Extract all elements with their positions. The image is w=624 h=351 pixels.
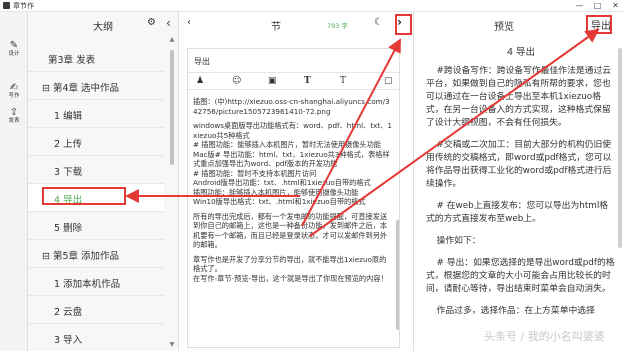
preview-paragraph: # 导出：如果您选择的是导出word或pdf的格式，根据您的文章的大小可能会占用…	[426, 258, 615, 294]
outline-item[interactable]: 2 云盘	[28, 296, 164, 324]
preview-paragraph: 操作如下：	[436, 236, 481, 246]
app-logo-icon	[3, 2, 10, 9]
outline-item[interactable]: 3 下载	[28, 156, 164, 184]
outline-item-label: 3 导入	[54, 335, 83, 346]
highlight-box	[395, 14, 412, 35]
activity-design-label: 设计	[8, 51, 20, 57]
editor-header: ‹ 节 793 字 ☾ ›	[179, 12, 413, 36]
preview-paragraph: #交稿或二次加工：目前大部分的机构仍旧使用传统的交稿格式，即word或pdf格式…	[426, 140, 612, 189]
outline-item-label: ⊟ 第5章 添加作品	[42, 251, 120, 262]
activity-publish-label: 发表	[8, 118, 20, 124]
highlight-box	[586, 15, 612, 34]
outline-panel: 大纲 ⚙ ‹ 第3章 发表 ⊟ 第4章 选中作品 1 编辑 2 上传 3 下载 …	[28, 12, 179, 351]
outline-item-label: 1 添加本机作品	[54, 279, 121, 290]
document-scrollbar[interactable]	[396, 94, 399, 344]
outline-item-label: 2 云盘	[54, 307, 83, 318]
emoji-icon[interactable]: ☺	[232, 76, 241, 86]
document-editor[interactable]: 导出 ♟ ☺ ▣ T T ▢ 插图：(中)http://xiezuo.oss-c…	[187, 48, 400, 348]
outline-item-label: 第3章 发表	[48, 55, 96, 66]
editor-panel: ‹ 节 793 字 ☾ › 导出 ♟ ☺ ▣ T T ▢ 插图：(中)http:…	[179, 12, 414, 351]
preview-content: 4 导出 #跨设备写作：跨设备写作最佳作法是通过云平台，如果做到自己的隐私有所帮…	[426, 46, 616, 327]
font-icon[interactable]: T	[304, 76, 311, 86]
preview-paragraph: 作品过多，选择作品：在上方菜单中选择	[436, 306, 595, 316]
activity-write-label: 写作	[8, 93, 20, 99]
outline-item[interactable]: 1 编辑	[28, 100, 164, 128]
preview-paragraph: # 在web上直接发布：您可以导出为html格式的方式直接发布至web上。	[426, 201, 609, 224]
gear-icon[interactable]: ⚙	[147, 17, 156, 28]
minimize-button[interactable]: —	[572, 0, 587, 12]
watermark: 头条号 / 我的小名叫婆婆	[484, 330, 605, 343]
doc-paragraph: windows桌面版导出功能格式有：word、pdf、html、txt、1xie…	[193, 121, 392, 206]
outline-item-label: 3 下载	[54, 167, 83, 178]
preview-panel: 预览 导出 4 导出 #跨设备写作：跨设备写作最佳作法是通过云平台，如果做到自己…	[414, 12, 624, 351]
publish-icon: ⇪	[9, 107, 19, 118]
outline-item[interactable]: 3 导入	[28, 324, 164, 351]
outline-scrollbar[interactable]: ▲ ▼	[168, 36, 176, 351]
image-icon[interactable]: ▣	[268, 76, 277, 86]
pen-icon: ✎	[9, 40, 19, 51]
doc-paragraph: 插图：(中)http://xiezuo.oss-cn-shanghai.aliy…	[193, 97, 390, 116]
scroll-thumb[interactable]	[396, 220, 399, 330]
scroll-up-icon[interactable]: ▲	[168, 36, 176, 44]
more-icon[interactable]: ▢	[384, 76, 393, 86]
highlight-box	[42, 187, 126, 205]
scroll-thumb[interactable]	[618, 48, 622, 248]
outline-item-label: 2 上传	[54, 139, 83, 150]
window-title: 章节作	[13, 2, 34, 10]
doc-paragraph: 章写作也是开发了分享分节的导出，就不能导出1xiezuo原的格式了。 在写作-章…	[193, 254, 388, 283]
person-icon[interactable]: ♟	[196, 76, 204, 86]
outline-item[interactable]: ⊟ 第5章 添加作品	[28, 240, 164, 268]
scroll-down-icon[interactable]: ▼	[168, 341, 176, 349]
outline-header: 大纲 ⚙ ‹	[28, 12, 178, 36]
preview-scrollbar[interactable]	[618, 38, 622, 348]
outline-item-label: ⊟ 第4章 选中作品	[42, 83, 120, 94]
back-icon[interactable]: ‹	[187, 17, 191, 28]
scroll-thumb[interactable]	[170, 50, 174, 165]
activity-publish[interactable]: ⇪ 发表	[0, 107, 28, 125]
activity-design[interactable]: ✎ 设计	[0, 40, 28, 58]
preview-title: 预览	[494, 22, 514, 33]
activity-write[interactable]: ✍ 写作	[0, 82, 28, 100]
preview-heading: 4 导出	[506, 47, 536, 58]
outline-item-label: 1 编辑	[54, 111, 83, 122]
outline-item[interactable]: 1 添加本机作品	[28, 268, 164, 296]
text-style-icon[interactable]: T	[340, 76, 346, 86]
chevron-left-icon[interactable]: ‹	[166, 16, 171, 30]
maximize-button[interactable]: □	[590, 0, 605, 12]
format-toolbar: ♟ ☺ ▣ T T ▢	[188, 72, 399, 90]
write-icon: ✍	[9, 82, 19, 93]
close-button[interactable]: ✕	[608, 0, 623, 12]
night-mode-icon[interactable]: ☾	[374, 17, 383, 28]
word-count: 793 字	[327, 22, 348, 30]
outline-item[interactable]: 2 上传	[28, 128, 164, 156]
document-body[interactable]: 插图：(中)http://xiezuo.oss-cn-shanghai.aliy…	[193, 97, 393, 288]
editor-title: 节	[271, 22, 281, 33]
outline-item-label: 5 删除	[54, 223, 83, 234]
doc-paragraph: 所有的导出完成后，都有一个发电邮的功能提醒，可直接发送到你自己的邮箱上，这也是一…	[193, 211, 388, 250]
outline-item[interactable]: ⊟ 第4章 选中作品	[28, 72, 164, 100]
title-bar: 章节作 — □ ✕	[0, 0, 624, 12]
preview-paragraph: #跨设备写作：跨设备写作最佳作法是通过云平台，如果做到自己的隐私有所帮的要求，您…	[426, 66, 612, 128]
outline-item[interactable]: 5 删除	[28, 212, 164, 240]
activity-bar: ✎ 设计 ✍ 写作 ⇪ 发表	[0, 12, 28, 351]
document-title[interactable]: 导出	[194, 56, 210, 67]
outline-item[interactable]: 第3章 发表	[28, 44, 164, 72]
